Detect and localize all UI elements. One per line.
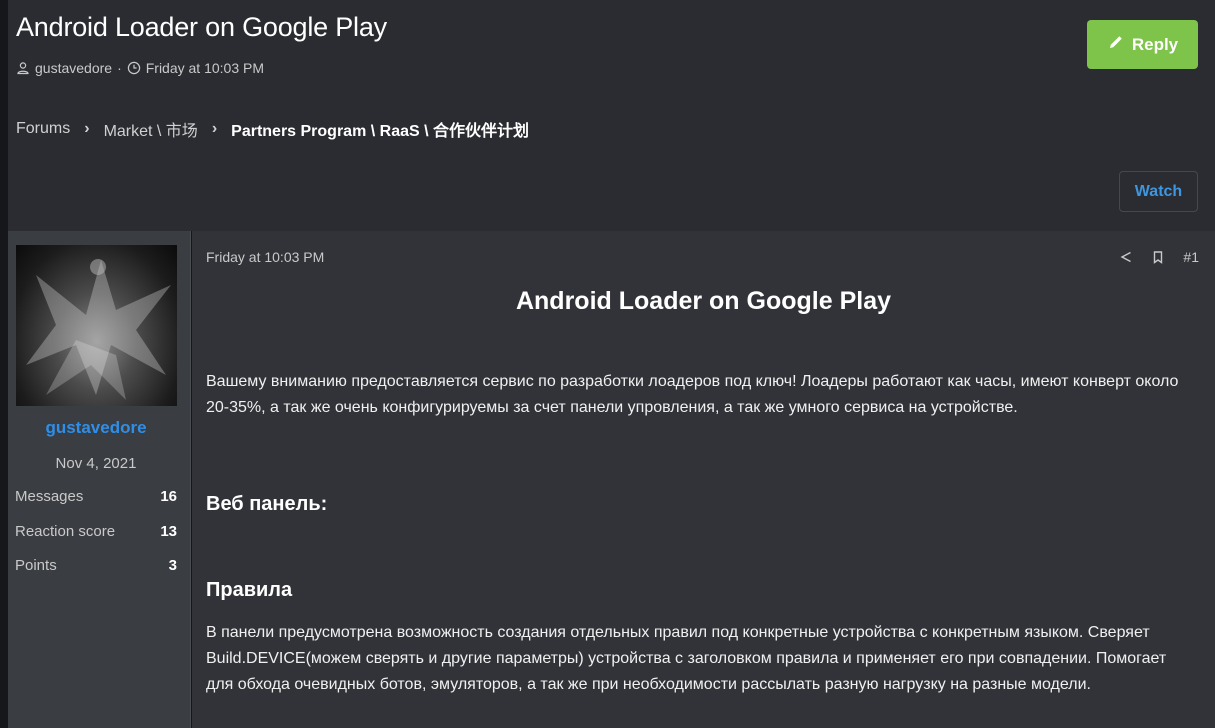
clock-icon	[127, 61, 141, 75]
post-actions: #1	[1119, 249, 1199, 265]
stat-messages: Messages 16	[15, 488, 177, 505]
reply-button[interactable]: Reply	[1087, 20, 1198, 69]
joined-date: Nov 4, 2021	[55, 455, 137, 472]
heading-rules: Правила	[206, 579, 293, 601]
thread-date[interactable]: Friday at 10:03 PM	[146, 60, 264, 76]
share-icon[interactable]	[1119, 250, 1133, 264]
breadcrumb-separator: ›	[211, 120, 218, 137]
heading-web-panel: Веб панель:	[206, 493, 328, 515]
stat-value: 16	[160, 488, 177, 505]
breadcrumb: Forums › Market \ 市场 › Partners Program …	[16, 117, 529, 141]
stat-reaction-score: Reaction score 13	[15, 523, 177, 540]
stat-label: Points	[15, 557, 57, 574]
meta-separator: ·	[117, 60, 122, 76]
post-intro-text: Вашему вниманию предоставляется сервис п…	[206, 373, 1179, 416]
thread-title: Android Loader on Google Play	[16, 12, 387, 42]
avatar[interactable]	[16, 245, 177, 406]
post-title: Android Loader on Google Play	[515, 287, 892, 315]
breadcrumb-item-market[interactable]: Market \ 市场	[104, 117, 198, 141]
stat-value: 3	[168, 557, 177, 574]
post-number[interactable]: #1	[1183, 249, 1199, 265]
post-date[interactable]: Friday at 10:03 PM	[206, 249, 324, 265]
watch-button[interactable]: Watch	[1119, 171, 1198, 212]
breadcrumb-item-partners[interactable]: Partners Program \ RaaS \ 合作伙伴计划	[231, 117, 529, 141]
thread-header: Android Loader on Google Play gustavedor…	[8, 0, 1215, 231]
pencil-icon	[1107, 33, 1125, 56]
stat-label: Messages	[15, 488, 84, 505]
user-sidebar: gustavedore Nov 4, 2021 Messages 16 Reac…	[8, 231, 191, 728]
thread-meta: gustavedore · Friday at 10:03 PM	[16, 60, 264, 76]
bookmark-icon[interactable]	[1151, 250, 1165, 264]
post-author-name[interactable]: gustavedore	[8, 418, 184, 438]
reply-label: Reply	[1131, 34, 1179, 54]
stat-points: Points 3	[15, 557, 177, 574]
stat-label: Reaction score	[15, 523, 116, 540]
thread-author[interactable]: gustavedore	[35, 60, 112, 76]
post-body: Friday at 10:03 PM #1 Android Loader on …	[192, 231, 1215, 728]
rules-text: В панели предусмотрена возможность созда…	[206, 624, 1167, 693]
stat-value: 13	[160, 523, 177, 540]
breadcrumb-separator: ›	[84, 120, 90, 137]
user-icon	[16, 61, 30, 75]
breadcrumb-item-forums[interactable]: Forums	[16, 120, 70, 138]
